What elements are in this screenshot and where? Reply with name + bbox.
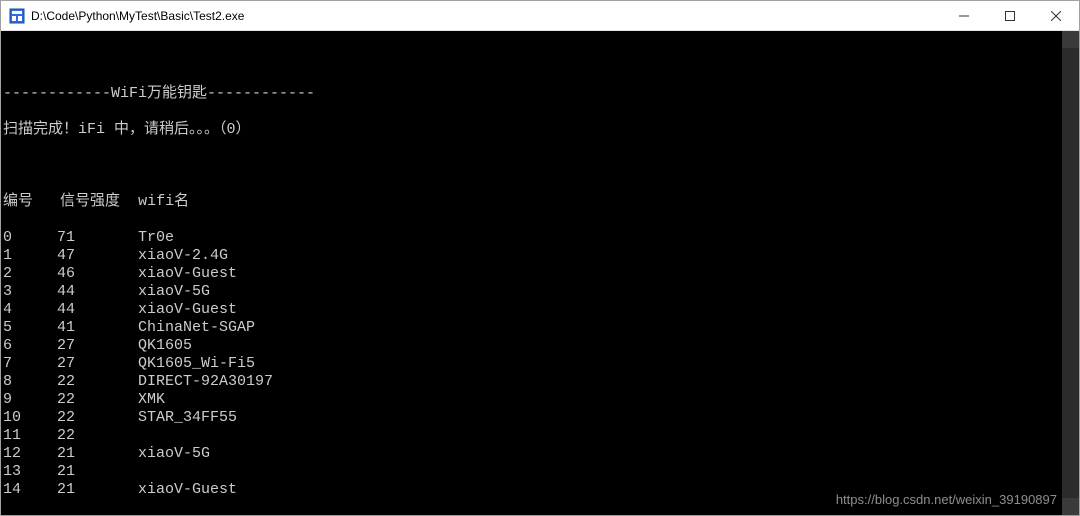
table-row: 9 22 XMK — [3, 391, 1077, 409]
close-button[interactable] — [1033, 1, 1079, 30]
table-row: 8 22 DIRECT-92A30197 — [3, 373, 1077, 391]
watermark-text: https://blog.csdn.net/weixin_39190897 — [836, 491, 1057, 509]
table-row: 6 27 QK1605 — [3, 337, 1077, 355]
console-area[interactable]: ------------WiFi万能钥匙------------ 扫描完成！iF… — [1, 31, 1079, 515]
table-row: 4 44 xiaoV-Guest — [3, 301, 1077, 319]
table-row: 7 27 QK1605_Wi-Fi5 — [3, 355, 1077, 373]
scan-status: 扫描完成！iFi 中，请稍后。。。（0） — [3, 121, 1077, 139]
window-title: D:\Code\Python\MyTest\Basic\Test2.exe — [31, 9, 941, 23]
table-row: 3 44 xiaoV-5G — [3, 283, 1077, 301]
table-row: 11 22 — [3, 427, 1077, 445]
table-row: 2 46 xiaoV-Guest — [3, 265, 1077, 283]
table-row: 1 47 xiaoV-2.4G — [3, 247, 1077, 265]
app-icon — [9, 8, 25, 24]
titlebar[interactable]: D:\Code\Python\MyTest\Basic\Test2.exe — [1, 1, 1079, 31]
app-window: D:\Code\Python\MyTest\Basic\Test2.exe --… — [0, 0, 1080, 516]
table-row: 13 21 — [3, 463, 1077, 481]
minimize-button[interactable] — [941, 1, 987, 30]
table-row: 0 71 Tr0e — [3, 229, 1077, 247]
wifi-table-header: 编号 信号强度 wifi名 — [3, 193, 1077, 211]
banner-line: ------------WiFi万能钥匙------------ — [3, 85, 1077, 103]
table-row: 10 22 STAR_34FF55 — [3, 409, 1077, 427]
window-controls — [941, 1, 1079, 30]
console-output: ------------WiFi万能钥匙------------ 扫描完成！iF… — [1, 67, 1079, 515]
table-row: 12 21 xiaoV-5G — [3, 445, 1077, 463]
vertical-scrollbar[interactable] — [1062, 31, 1079, 515]
maximize-button[interactable] — [987, 1, 1033, 30]
table-row: 5 41 ChinaNet-SGAP — [3, 319, 1077, 337]
